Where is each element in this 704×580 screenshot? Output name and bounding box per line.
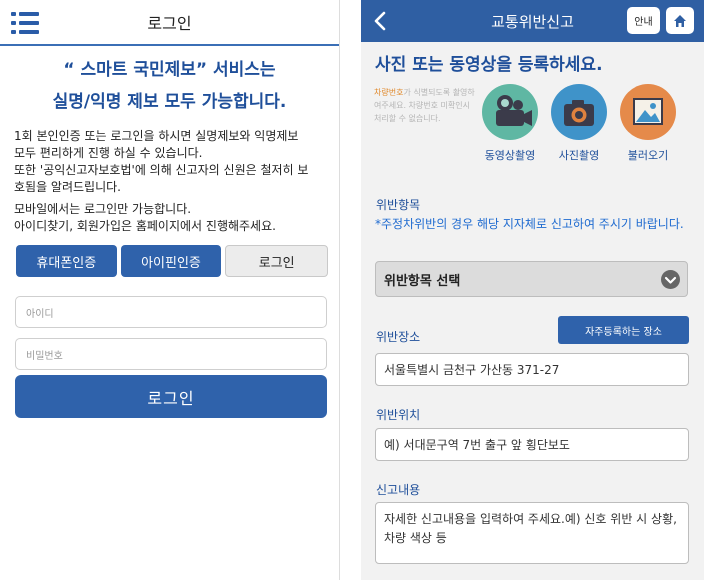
password-input[interactable]: 비밀번호 xyxy=(15,338,327,370)
login-header: 로그인 xyxy=(0,0,339,46)
position-label: 위반위치 xyxy=(376,408,421,422)
chevron-down-icon xyxy=(661,270,680,289)
description-line: 1회 본인인증 또는 로그인을 하시면 실명제보와 익명제보 xyxy=(14,129,299,143)
load-gallery-label: 불러오기 xyxy=(627,149,669,162)
description-line: 모두 편리하게 진행 하실 수 있습니다. xyxy=(14,146,203,160)
phone-auth-button[interactable]: 휴대폰인증 xyxy=(16,245,117,277)
login-tab-button[interactable]: 로그인 xyxy=(225,245,329,277)
page-title: 로그인 xyxy=(147,14,192,33)
guide-button[interactable]: 안내 xyxy=(627,7,660,34)
place-label: 위반장소 xyxy=(376,330,421,344)
report-title: 교통위반신고 xyxy=(491,12,574,31)
home-icon xyxy=(674,14,686,27)
service-headline: “ 스마트 국민제보” 서비스는 실명/익명 제보 모두 가능합니다. xyxy=(0,54,339,118)
description-line: 아이디찾기, 회원가입은 홈페이지에서 진행해주세요. xyxy=(14,219,276,233)
upload-instruction: 사진 또는 동영상을 등록하세요. xyxy=(375,55,603,75)
service-description: 1회 본인인증 또는 로그인을 하시면 실명제보와 익명제보 모두 편리하게 진… xyxy=(0,128,339,235)
video-record-button[interactable]: 동영상촬영 xyxy=(479,84,541,163)
home-button[interactable] xyxy=(666,7,694,34)
video-record-label: 동영상촬영 xyxy=(484,149,536,162)
photo-camera-icon xyxy=(551,84,607,140)
violation-select-value: 위반항목 선택 xyxy=(384,273,461,289)
description-line: 모바일에서는 로그인만 가능합니다. xyxy=(14,202,192,216)
login-button[interactable]: 로그인 xyxy=(15,375,327,418)
headline-line-2: 실명/익명 제보 모두 가능합니다. xyxy=(52,92,287,112)
violation-label: 위반항목 xyxy=(376,198,421,212)
violation-note: *주정차위반의 경우 해당 지자체로 신고하여 주시기 바랍니다. xyxy=(375,217,684,231)
load-gallery-button[interactable]: 불러오기 xyxy=(617,84,679,163)
photo-capture-label: 사진촬영 xyxy=(558,149,600,162)
violation-select[interactable]: 위반항목 선택 xyxy=(375,261,688,297)
login-panel: 로그인 “ 스마트 국민제보” 서비스는 실명/익명 제보 모두 가능합니다. … xyxy=(0,0,340,580)
favorite-place-button[interactable]: 자주등록하는 장소 xyxy=(558,316,689,344)
gallery-icon xyxy=(620,84,676,140)
plate-hint: 차량번호가 식별되도록 촬영하여주세요. 차량번호 미확인시 처리할 수 없습니… xyxy=(374,86,477,125)
video-camera-icon xyxy=(482,84,538,140)
back-arrow-icon[interactable] xyxy=(373,11,387,31)
report-header: 교통위반신고 안내 xyxy=(361,0,704,42)
ipin-auth-button[interactable]: 아이핀인증 xyxy=(120,245,222,277)
auth-method-tabs: 휴대폰인증 아이핀인증 로그인 xyxy=(16,245,329,277)
media-upload-zone: 차량번호가 식별되도록 촬영하여주세요. 차량번호 미확인시 처리할 수 없습니… xyxy=(361,76,704,176)
position-input[interactable]: 예) 서대문구역 7번 출구 앞 횡단보도 xyxy=(375,428,689,461)
traffic-report-panel: 교통위반신고 안내 사진 또는 동영상을 등록하세요. 차량번호가 식별되도록 … xyxy=(361,0,704,580)
description-line: 또한 '공익신고자보호법'에 의해 신고자의 신원은 철저히 보 xyxy=(14,163,309,177)
photo-capture-button[interactable]: 사진촬영 xyxy=(548,84,610,163)
id-input[interactable]: 아이디 xyxy=(15,296,327,328)
hint-highlight: 차량번호 xyxy=(374,88,404,97)
hamburger-menu-icon[interactable] xyxy=(11,12,39,34)
content-label: 신고내용 xyxy=(376,483,421,497)
description-line: 호됨을 알려드립니다. xyxy=(14,180,121,194)
place-input[interactable]: 서울특별시 금천구 가산동 371-27 xyxy=(375,353,689,386)
headline-line-1: “ 스마트 국민제보” 서비스는 xyxy=(63,60,276,80)
content-textarea[interactable]: 자세한 신고내용을 입력하여 주세요.예) 신호 위반 시 상황, 차량 색상 … xyxy=(375,502,689,564)
